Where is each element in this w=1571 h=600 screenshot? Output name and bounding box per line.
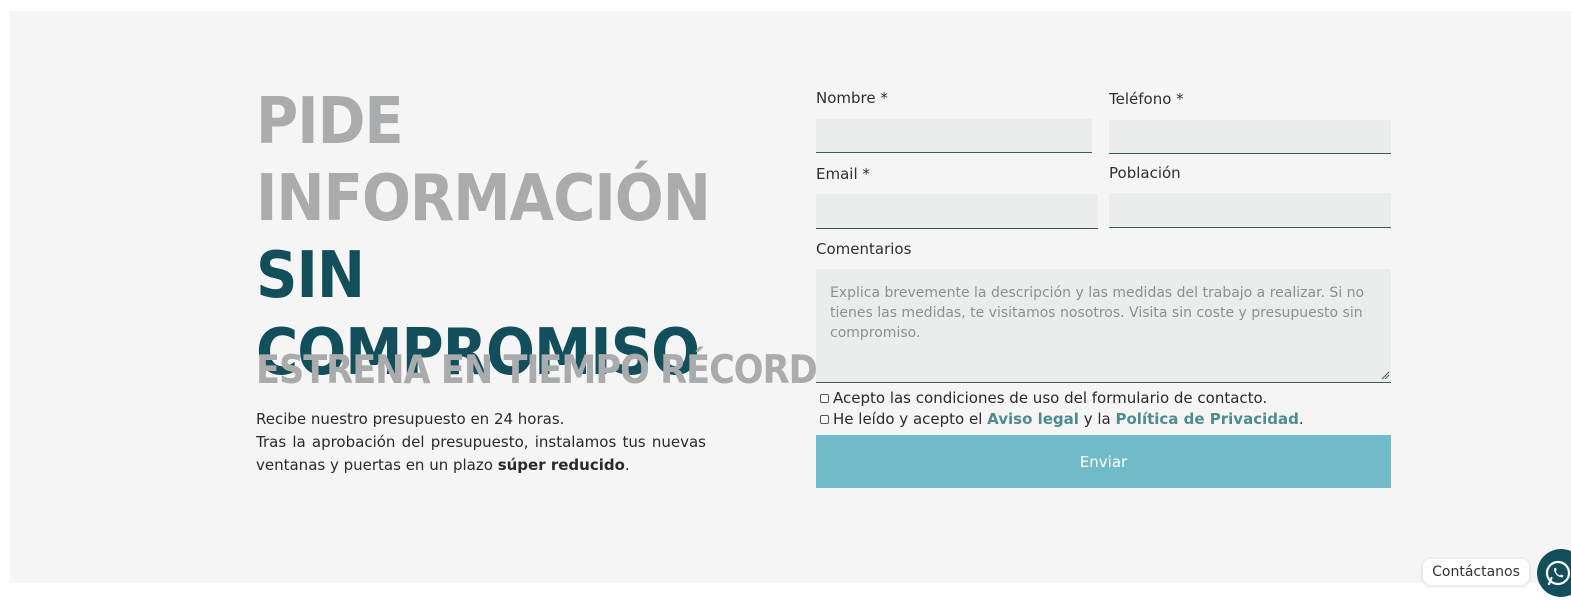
contact-tooltip[interactable]: Contáctanos — [1423, 559, 1529, 585]
comentarios-textarea[interactable] — [816, 269, 1391, 383]
poblacion-label: Población — [1109, 164, 1181, 182]
privacidad-link[interactable]: Política de Privacidad — [1116, 410, 1299, 428]
condiciones-label: Acepto las condiciones de uso del formul… — [833, 389, 1268, 407]
subtitle: ESTRENA EN TIEMPO RÉCORD — [256, 348, 818, 393]
nombre-input[interactable] — [816, 119, 1092, 153]
condiciones-checkbox[interactable] — [820, 393, 829, 403]
legal-label-end: . — [1298, 410, 1304, 428]
whatsapp-icon — [1545, 560, 1571, 586]
title-line-2-grey: INFORMACIÓN — [256, 162, 711, 236]
legal-label-middle: y la — [1083, 410, 1111, 428]
email-label: Email * — [816, 165, 870, 183]
title-line-2-teal: SIN — [256, 239, 365, 313]
condiciones-row: Acepto las condiciones de uso del formul… — [820, 389, 1267, 407]
nombre-label: Nombre * — [816, 89, 888, 107]
description-end: . — [624, 456, 630, 474]
comentarios-label: Comentarios — [816, 240, 912, 258]
description-bold: súper reducido — [497, 456, 625, 474]
description-text: Tras la aprobación del presupuesto, inst… — [256, 433, 706, 474]
description: Recibe nuestro presupuesto en 24 horas. … — [256, 408, 706, 477]
description-line-1: Recibe nuestro presupuesto en 24 horas. — [256, 410, 565, 428]
telefono-label: Teléfono * — [1109, 90, 1184, 108]
poblacion-input[interactable] — [1109, 193, 1391, 228]
aviso-legal-link[interactable]: Aviso legal — [987, 410, 1079, 428]
legal-row: He leído y acepto el Aviso legal y la Po… — [820, 410, 1304, 428]
title-line-1: PIDE — [256, 85, 404, 159]
legal-label-prefix: He leído y acepto el — [833, 410, 983, 428]
resize-grip-icon[interactable] — [1381, 371, 1390, 380]
enviar-button[interactable]: Enviar — [816, 435, 1391, 488]
legal-checkbox[interactable] — [820, 414, 829, 424]
description-line-2: Tras la aprobación del presupuesto, inst… — [256, 431, 706, 477]
whatsapp-button[interactable] — [1537, 549, 1571, 597]
email-input[interactable] — [816, 194, 1098, 229]
page-title: PIDE INFORMACIÓN SIN COMPROMISO — [256, 84, 716, 392]
telefono-input[interactable] — [1109, 120, 1391, 154]
